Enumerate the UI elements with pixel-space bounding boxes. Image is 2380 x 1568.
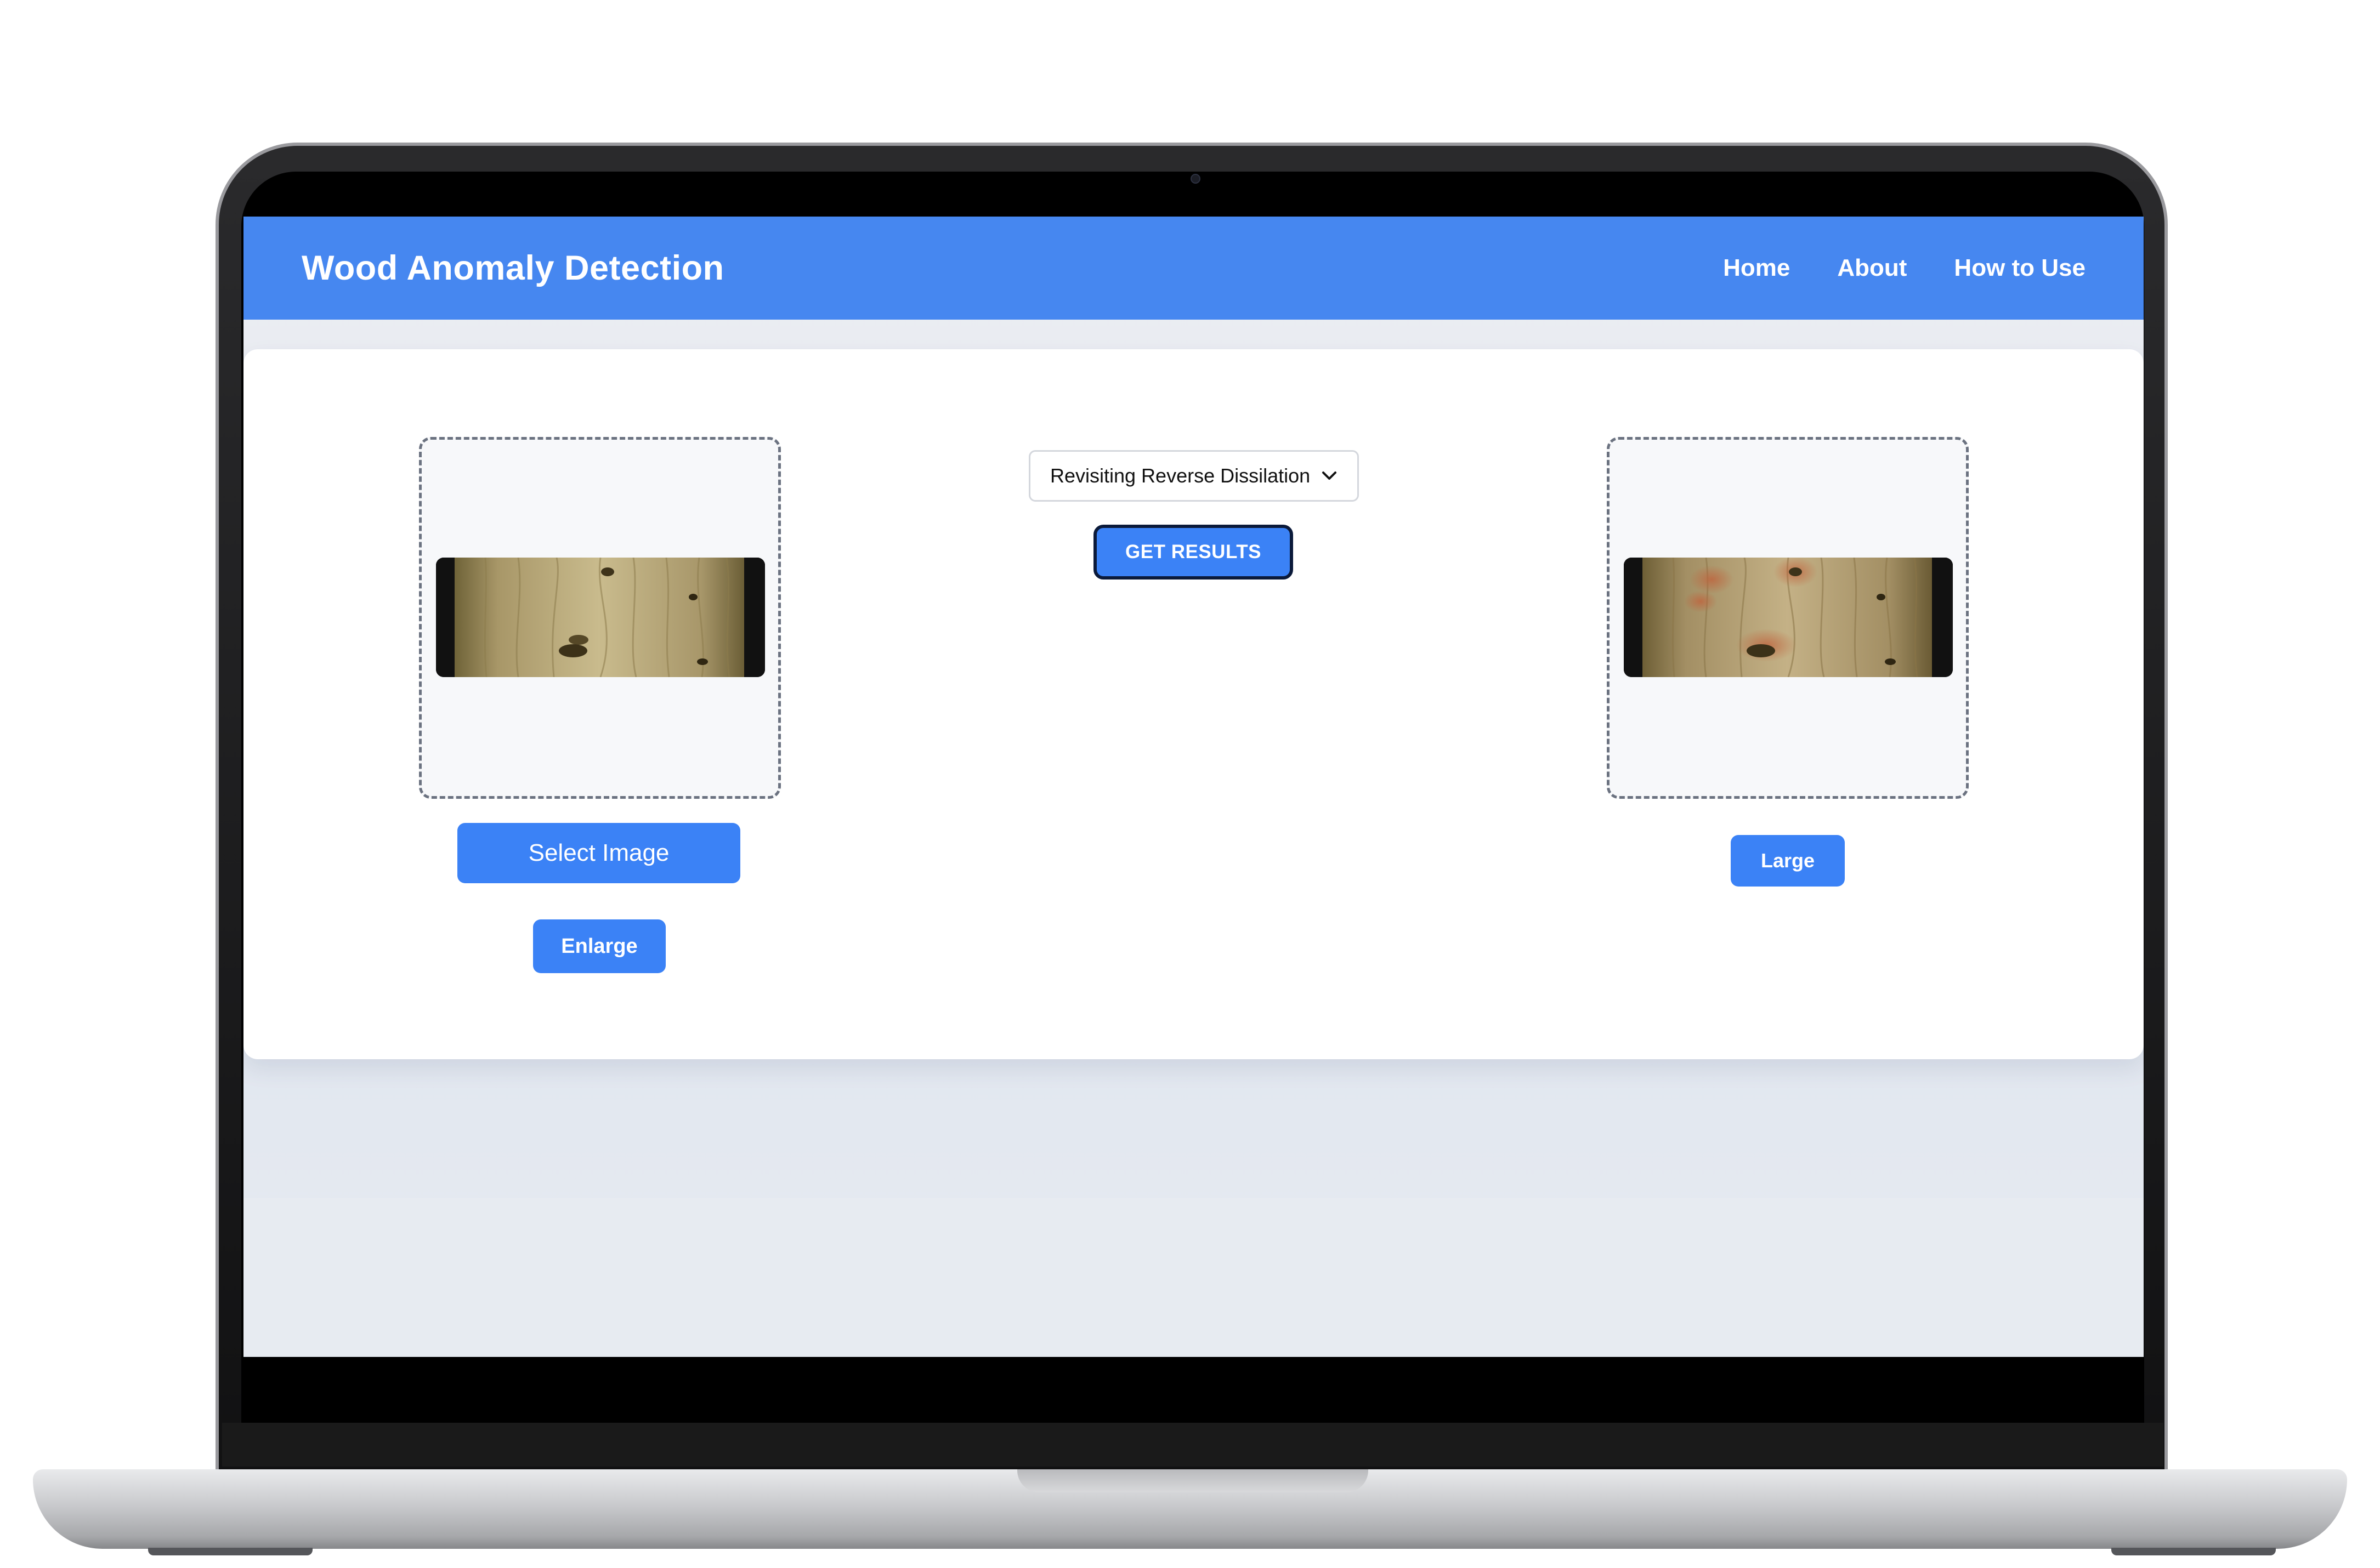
- laptop-foot-left: [148, 1548, 313, 1555]
- input-image-dropzone[interactable]: [419, 437, 781, 799]
- page-background-lower: [243, 1198, 2144, 1357]
- chevron-down-icon: [1322, 471, 1336, 480]
- result-wood-image: [1624, 558, 1953, 677]
- result-image-panel: [1607, 437, 1969, 799]
- navbar: Wood Anomaly Detection Home About How to…: [243, 217, 2144, 320]
- laptop-foot-right: [2111, 1548, 2276, 1555]
- base-opening-notch: [1017, 1469, 1368, 1492]
- select-image-button[interactable]: Select Image: [457, 823, 740, 883]
- app-title: Wood Anomaly Detection: [302, 249, 724, 287]
- model-select-value: Revisiting Reverse Dissilation: [1050, 464, 1311, 487]
- large-button[interactable]: Large: [1731, 835, 1845, 887]
- browser-viewport: Wood Anomaly Detection Home About How to…: [243, 217, 2144, 1357]
- nav-links: Home About How to Use: [1723, 254, 2086, 282]
- nav-how-to-use-link[interactable]: How to Use: [1954, 254, 2086, 282]
- get-results-button[interactable]: GET RESULTS: [1093, 525, 1293, 580]
- camera-icon: [1191, 174, 1200, 184]
- enlarge-button[interactable]: Enlarge: [533, 919, 666, 973]
- nav-home-link[interactable]: Home: [1723, 254, 1790, 282]
- main-card: Select Image Enlarge Revisiting Reverse …: [243, 349, 2144, 1059]
- bottom-bezel: [222, 1423, 2163, 1467]
- model-select[interactable]: Revisiting Reverse Dissilation: [1029, 450, 1359, 502]
- input-wood-image: [436, 558, 765, 677]
- nav-about-link[interactable]: About: [1837, 254, 1907, 282]
